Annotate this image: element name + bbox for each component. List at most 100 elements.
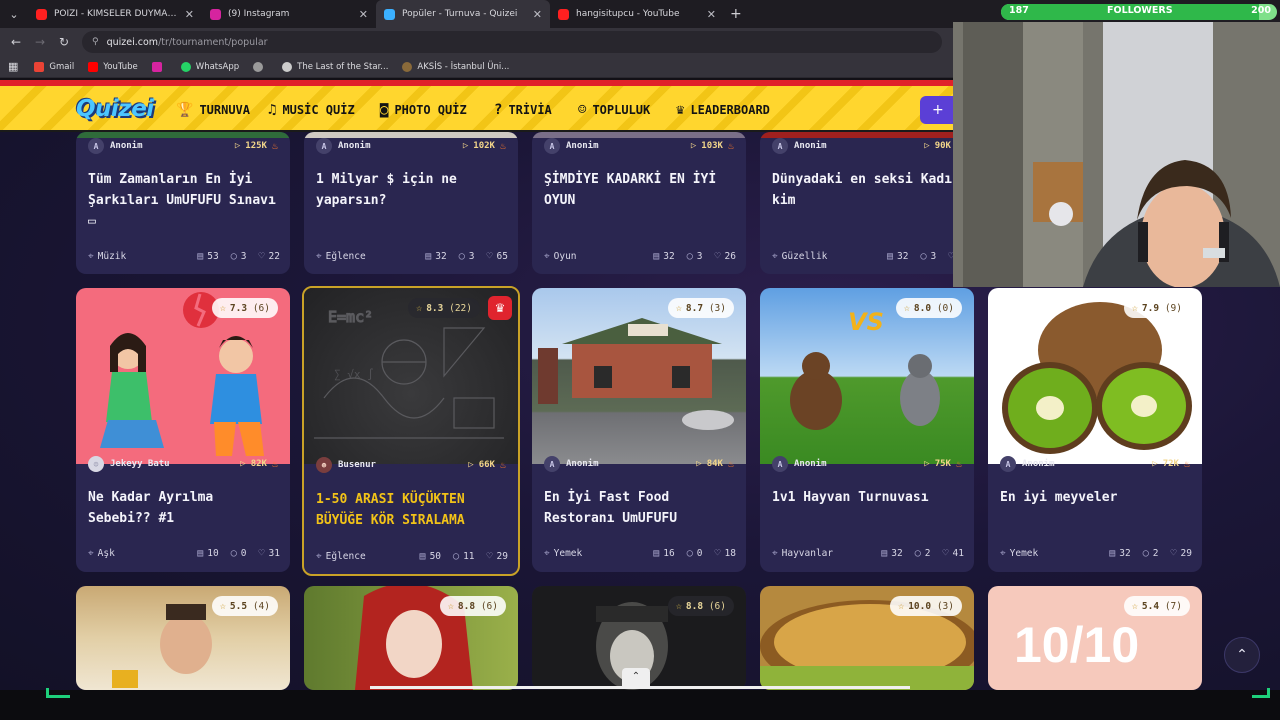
quiz-category[interactable]: ⌖ Yemek (544, 548, 641, 559)
star-icon: ☆ (898, 600, 905, 612)
close-icon[interactable]: ✕ (185, 8, 194, 21)
nav-music-quiz[interactable]: ♫ MUSİC QUİZ (268, 100, 355, 120)
quiz-title[interactable]: 1 Milyar $ için ne yaparsın? (316, 169, 506, 211)
create-button[interactable]: + (920, 96, 956, 124)
apps-icon[interactable]: ▦ (8, 60, 18, 73)
site-logo[interactable]: Quizei (76, 96, 154, 122)
rating-badge: ☆ 8.0 (0) (895, 298, 962, 318)
music-note-icon: ♫ (268, 102, 277, 118)
bookmark-gmail[interactable]: Gmail (34, 61, 74, 72)
url-path: /tr/tournament/popular (158, 36, 268, 48)
tag-icon: ⌖ (316, 550, 322, 562)
bookmark-globe[interactable] (253, 61, 268, 72)
play-count: ▷ 84K ♨ (696, 458, 734, 470)
quiz-author[interactable]: A Anonim (88, 138, 235, 154)
quiz-card[interactable]: ☆ 7.9 (9) A Anonim ▷ 72K ♨ En iyi meyveler ⌖ Y… (988, 288, 1202, 572)
items-icon: ▤ (1109, 547, 1116, 559)
close-icon[interactable]: ✕ (707, 8, 716, 21)
browser-tab[interactable]: (9) Instagram ✕ (202, 0, 376, 28)
quiz-card[interactable]: ☆ 5.5 (4) (76, 586, 290, 690)
star-icon: ☆ (1131, 600, 1138, 612)
fire-icon: ♨ (271, 458, 278, 470)
avatar: A (544, 138, 560, 154)
url-field[interactable]: ⚲ quizei.com/tr/tournament/popular (82, 31, 942, 53)
quiz-card-featured[interactable]: E=mc² ∑ √x ∫ ☆ 8.3 (22) ♛ ☻ Busenur ▷ 66K ♨ 1… (302, 286, 520, 576)
quiz-author[interactable]: A Anonim (772, 456, 924, 472)
play-icon: ▷ (696, 459, 702, 469)
quiz-author[interactable]: ☺ Jekeyy Batu (88, 456, 240, 472)
quiz-title[interactable]: En İyi Fast Food Restoranı UmUFUFU (544, 487, 734, 529)
quiz-category[interactable]: ⌖ Eğlence (316, 551, 408, 562)
quiz-stats: ⌖ Yemek ▤ 32 ◯ 2 ♡ 29 (1000, 547, 1192, 559)
quiz-category[interactable]: ⌖ Aşk (88, 548, 185, 559)
quiz-category[interactable]: ⌖ Hayvanlar (772, 548, 869, 559)
tag-icon: ⌖ (88, 250, 94, 262)
comment-icon: ◯ (914, 547, 921, 559)
quiz-author[interactable]: A Anonim (772, 138, 924, 154)
bookmark-youtube[interactable]: YouTube (88, 61, 138, 72)
bookmark-aksis[interactable]: AKSİS - İstanbul Üni... (402, 61, 509, 72)
back-icon[interactable]: ← (4, 35, 28, 49)
quiz-card[interactable]: A Anonim ▷ 125K ♨ Tüm Zamanların En İyi Şark… (76, 132, 290, 274)
play-icon: ▷ (234, 141, 241, 151)
quiz-card[interactable]: VS ☆ 8.0 (0) A Anonim ▷ 75K ♨ 1v1 Hayvan Turn… (760, 288, 974, 572)
quiz-title[interactable]: Ne Kadar Ayrılma Sebebi?? #1 (88, 487, 278, 529)
quiz-author[interactable]: A Anonim (316, 138, 463, 154)
question-icon: ? (494, 102, 503, 118)
quiz-card[interactable]: ☆ 10.0 (3) (760, 586, 974, 690)
quiz-title[interactable]: Dünyadaki en seksi Kadın kim (772, 169, 962, 211)
bookmark-last-of-the-star[interactable]: The Last of the Star... (282, 61, 388, 72)
scroll-to-top-button[interactable]: ⌃ (1224, 637, 1260, 673)
browser-tab[interactable]: hangisitupcu - YouTube ✕ (550, 0, 724, 28)
quiz-category[interactable]: ⌖ Oyun (544, 251, 641, 262)
quiz-title[interactable]: Tüm Zamanların En İyi Şarkıları UmUFUFU … (88, 169, 278, 232)
fire-icon: ♨ (271, 140, 278, 152)
nav-leaderboard[interactable]: ♛ LEADERBOARD (676, 100, 770, 120)
bookmark-whatsapp[interactable]: WhatsApp (180, 61, 239, 72)
quiz-category[interactable]: ⌖ Müzik (88, 251, 185, 262)
browser-tab[interactable]: POIZI - KİMSELER DUYMASIN (✕ (28, 0, 202, 28)
comment-icon: ◯ (458, 250, 465, 262)
nav-photo-quiz[interactable]: ◙ PHOTO QUİZ (380, 100, 467, 120)
comment-icon: ◯ (1142, 547, 1149, 559)
quiz-stats: ⌖ Aşk ▤ 10 ◯ 0 ♡ 31 (88, 547, 280, 559)
tag-icon: ⌖ (544, 250, 550, 262)
collapse-handle[interactable]: ⌃ (622, 668, 650, 686)
nav-topluluk[interactable]: ☺ TOPLULUK (578, 100, 650, 120)
bookmark-instagram[interactable] (151, 61, 167, 72)
quiz-author[interactable]: A Anonim (544, 456, 696, 472)
quiz-card[interactable]: ☆ 8.7 (3) A Anonim ▷ 84K ♨ En İyi Fast Food R… (532, 288, 746, 572)
forward-icon[interactable]: → (28, 35, 52, 49)
tab-search-icon[interactable]: ⌄ (0, 0, 28, 28)
quiz-card[interactable]: AAnonim▷90K♨ Dünyadaki en seksi Kadın ki… (760, 132, 974, 274)
nav-turnuva[interactable]: 🏆 TURNUVA (176, 100, 250, 120)
quiz-title[interactable]: 1-50 ARASI KÜÇÜKTEN BÜYÜĞE KÖR SIRALAMA (316, 489, 506, 531)
quiz-title[interactable]: ŞİMDİYE KADARKİ EN İYİ OYUN (544, 169, 734, 211)
play-count: ▷ 72K ♨ (1152, 458, 1190, 470)
quiz-category[interactable]: ⌖ Eğlence (316, 251, 413, 262)
new-tab-icon[interactable]: + (730, 6, 742, 22)
quiz-card[interactable]: ☆ 8.8 (6) (304, 586, 518, 690)
quiz-card[interactable]: A Anonim ▷ 102K ♨ 1 Milyar $ için ne yaparsı… (304, 132, 518, 274)
browser-tab-active[interactable]: Popüler - Turnuva - Quizei ✕ (376, 0, 550, 28)
quiz-title[interactable]: 1v1 Hayvan Turnuvası (772, 487, 962, 508)
nav-trivia[interactable]: ? TRİVİA (494, 100, 552, 120)
quiz-card[interactable]: A Anonim ▷ 103K ♨ ŞİMDİYE KADARKİ EN İYİ OYU… (532, 132, 746, 274)
quiz-category[interactable]: ⌖ Güzellik (772, 251, 875, 262)
quiz-category[interactable]: ⌖ Yemek (1000, 548, 1097, 559)
close-icon[interactable]: ✕ (533, 8, 542, 21)
rating-badge: ☆ 5.5 (4) (211, 596, 278, 616)
items-icon: ▤ (653, 250, 660, 262)
quiz-card[interactable]: ☆ 7.3 (6) ☺ Jekeyy Batu ▷ 82K ♨ Ne Kadar Ayrı… (76, 288, 290, 572)
quiz-author[interactable]: ☻ Busenur (316, 457, 468, 473)
quiz-stats: ⌖ Oyun ▤ 32 ◯ 3 ♡ 26 (544, 250, 736, 262)
aksis-icon (402, 61, 413, 72)
reload-icon[interactable]: ↻ (52, 35, 76, 49)
quiz-card[interactable]: 10/10 ☆ 5.4 (7) (988, 586, 1202, 690)
quiz-title[interactable]: En iyi meyveler (1000, 487, 1190, 508)
avatar: A (1000, 456, 1016, 472)
site-info-icon[interactable]: ⚲ (92, 37, 99, 47)
close-icon[interactable]: ✕ (359, 8, 368, 21)
quiz-author[interactable]: A Anonim (544, 138, 691, 154)
quiz-author[interactable]: A Anonim (1000, 456, 1152, 472)
